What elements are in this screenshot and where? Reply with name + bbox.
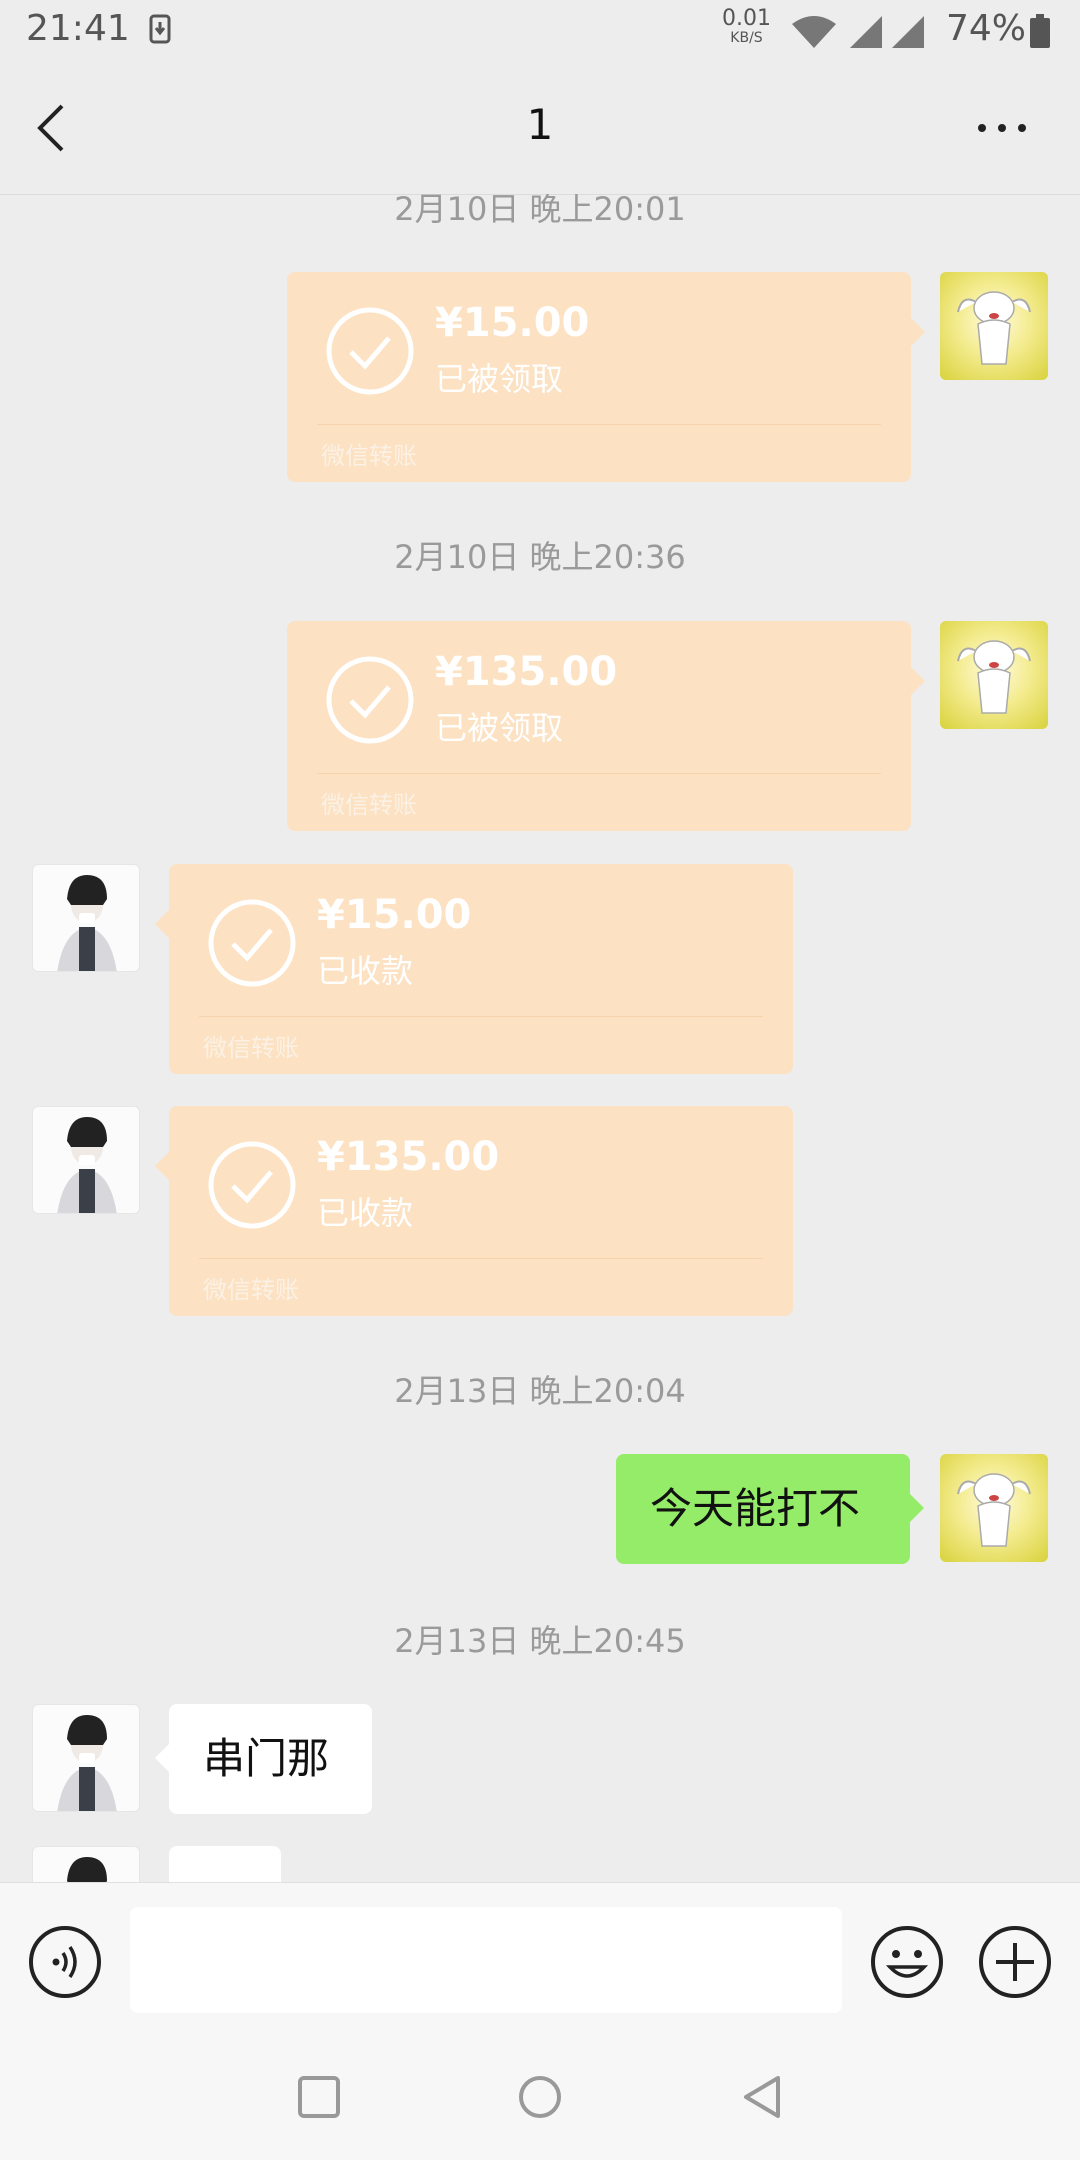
signal-icons (792, 16, 924, 48)
speed-unit: KB/S (730, 30, 763, 46)
check-circle-icon (326, 656, 414, 744)
message-list[interactable]: 2月10日 晚上20:01 ¥15.00 已被领取 微信转账 2月10日 晚上2… (0, 194, 1080, 1882)
contact-avatar[interactable] (32, 1846, 140, 1882)
divider (199, 1258, 763, 1259)
transfer-label: 微信转账 (203, 1276, 299, 1304)
timestamp: 2月13日 晚上20:04 (394, 1372, 686, 1410)
more-dots-icon[interactable] (974, 112, 1030, 144)
contact-text-bubble[interactable]: 串门那 (155, 1704, 372, 1814)
transfer-card[interactable]: ¥15.00 已收款 微信转账 (155, 864, 793, 1074)
recent-apps-icon[interactable] (296, 2074, 342, 2120)
my-text-bubble[interactable]: 今天能打不 (616, 1454, 924, 1564)
my-avatar[interactable] (940, 1454, 1048, 1562)
chat-header: 1 (0, 64, 1080, 195)
transfer-amount: ¥135.00 (317, 1134, 500, 1180)
transfer-status: 已被领取 (435, 709, 564, 747)
divider (317, 773, 881, 774)
divider (317, 424, 881, 425)
transfer-card[interactable]: ¥15.00 已被领取 微信转账 (287, 272, 925, 482)
timestamp: 2月10日 晚上20:01 (394, 194, 686, 228)
transfer-label: 微信转账 (321, 791, 417, 819)
input-bar (0, 1882, 1080, 2031)
transfer-amount: ¥15.00 (317, 892, 472, 938)
download-icon (149, 14, 171, 44)
check-circle-icon (326, 307, 414, 395)
status-time: 21:41 (26, 8, 130, 49)
person-avatar-icon (57, 1117, 117, 1213)
person-avatar-icon (67, 1857, 107, 1882)
contact-avatar[interactable] (32, 864, 140, 972)
message-input[interactable] (130, 1907, 842, 2013)
transfer-card[interactable]: ¥135.00 已被领取 微信转账 (287, 621, 925, 831)
battery-percent: 74% (946, 8, 1027, 49)
transfer-status: 已被领取 (435, 360, 564, 398)
dog-avatar-icon (957, 1473, 1031, 1547)
network-speed: 0.01 KB/S (722, 6, 771, 47)
contact-avatar[interactable] (32, 1106, 140, 1214)
back-triangle-icon[interactable] (740, 2074, 786, 2120)
status-bar: 21:41 0.01 KB/S 74% (0, 0, 1080, 64)
timestamp: 2月10日 晚上20:36 (394, 538, 686, 576)
transfer-amount: ¥135.00 (435, 649, 618, 695)
plus-icon[interactable] (978, 1925, 1052, 1999)
transfer-label: 微信转账 (203, 1034, 299, 1062)
divider (199, 1016, 763, 1017)
transfer-label: 微信转账 (321, 442, 417, 470)
transfer-status: 已收款 (317, 952, 414, 990)
person-avatar-icon (57, 875, 117, 971)
contact-text-bubble[interactable] (169, 1846, 281, 1882)
home-icon[interactable] (517, 2074, 563, 2120)
check-circle-icon (208, 1141, 296, 1229)
my-avatar[interactable] (940, 621, 1048, 729)
system-nav-bar (0, 2030, 1080, 2160)
transfer-status: 已收款 (317, 1194, 414, 1232)
transfer-card[interactable]: ¥135.00 已收款 微信转账 (155, 1106, 793, 1316)
voice-icon[interactable] (28, 1925, 102, 1999)
timestamp: 2月13日 晚上20:45 (394, 1622, 686, 1660)
speed-value: 0.01 (722, 6, 771, 31)
emoji-icon[interactable] (870, 1925, 944, 1999)
contact-avatar[interactable] (32, 1704, 140, 1812)
my-avatar[interactable] (940, 272, 1048, 380)
check-circle-icon (208, 899, 296, 987)
dog-avatar-icon (957, 291, 1031, 365)
person-avatar-icon (57, 1715, 117, 1811)
chat-title: 1 (526, 100, 554, 149)
dog-avatar-icon (957, 640, 1031, 714)
battery-icon (1030, 14, 1050, 48)
transfer-amount: ¥15.00 (435, 300, 590, 346)
